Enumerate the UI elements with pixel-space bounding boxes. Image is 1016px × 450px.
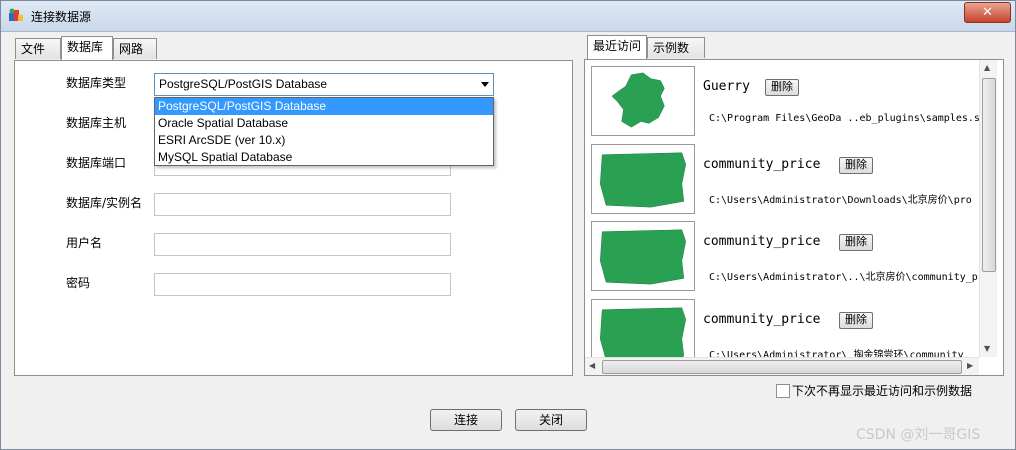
close-button[interactable]: 关闭 bbox=[515, 409, 587, 431]
geoda-app-icon bbox=[9, 8, 23, 21]
horizontal-scrollbar[interactable]: ◀ ▶ bbox=[585, 357, 979, 375]
db-type-label: 数据库类型 bbox=[66, 76, 127, 90]
list-item[interactable]: community_price 删除 C:\Users\Administrato… bbox=[591, 299, 991, 357]
delete-button[interactable]: 删除 bbox=[839, 234, 873, 251]
scroll-down-icon[interactable]: ▼ bbox=[984, 344, 990, 353]
watermark: CSDN @刘一哥GIS bbox=[856, 427, 981, 443]
delete-button[interactable]: 删除 bbox=[765, 79, 799, 96]
item-path: C:\Users\Administrator\..\北京房价\community… bbox=[709, 272, 978, 283]
scroll-up-icon[interactable]: ▲ bbox=[984, 63, 990, 72]
tab-recent[interactable]: 最近访问 bbox=[587, 35, 647, 59]
db-option-postgresql[interactable]: PostgreSQL/PostGIS Database bbox=[155, 98, 493, 115]
item-name: community_price bbox=[703, 312, 821, 327]
horizontal-scroll-thumb[interactable] bbox=[602, 360, 962, 374]
france-map-thumbnail bbox=[591, 66, 695, 136]
port-label: 数据库端口 bbox=[66, 156, 127, 170]
tab-network[interactable]: 网路 bbox=[113, 38, 157, 59]
scroll-right-icon[interactable]: ▶ bbox=[967, 361, 973, 370]
username-input[interactable] bbox=[154, 233, 451, 256]
item-name: community_price bbox=[703, 234, 821, 249]
connect-datasource-window: 连接数据源 ✕ 文件 数据库 网路 数据库类型 PostgreSQL/PostG… bbox=[0, 0, 1016, 450]
hide-recent-checkbox[interactable] bbox=[776, 384, 790, 398]
instance-label: 数据库/实例名 bbox=[66, 196, 143, 210]
polygon-map-thumbnail bbox=[591, 221, 695, 291]
host-label: 数据库主机 bbox=[66, 116, 127, 130]
password-label: 密码 bbox=[66, 276, 91, 290]
username-label: 用户名 bbox=[66, 236, 103, 250]
chevron-down-icon[interactable] bbox=[481, 82, 489, 87]
connect-button[interactable]: 连接 bbox=[430, 409, 502, 431]
tab-samples[interactable]: 示例数据 bbox=[647, 37, 705, 75]
db-option-arcsde[interactable]: ESRI ArcSDE (ver 10.x) bbox=[155, 132, 493, 149]
instance-input[interactable] bbox=[154, 193, 451, 216]
polygon-map-thumbnail bbox=[591, 144, 695, 214]
list-item[interactable]: Guerry 删除 C:\Program Files\GeoDa ..eb_pl… bbox=[591, 66, 991, 140]
password-input[interactable] bbox=[154, 273, 451, 296]
delete-button[interactable]: 删除 bbox=[839, 157, 873, 174]
db-type-select[interactable]: PostgreSQL/PostGIS Database bbox=[154, 73, 494, 96]
recent-list-panel: Guerry 删除 C:\Program Files\GeoDa ..eb_pl… bbox=[584, 59, 1004, 376]
tab-file[interactable]: 文件 bbox=[15, 38, 61, 59]
title-bar[interactable]: 连接数据源 ✕ bbox=[1, 1, 1015, 32]
item-name: Guerry bbox=[703, 79, 750, 94]
polygon-map-thumbnail bbox=[591, 299, 695, 357]
tab-database[interactable]: 数据库 bbox=[61, 36, 113, 60]
scroll-left-icon[interactable]: ◀ bbox=[589, 361, 595, 370]
item-path: C:\Program Files\GeoDa ..eb_plugins\samp… bbox=[709, 113, 980, 124]
item-name: community_price bbox=[703, 157, 821, 172]
item-path: C:\Users\Administrator\ 掏金锦尝环\community bbox=[709, 350, 964, 357]
hide-recent-label[interactable]: 下次不再显示最近访问和示例数据 bbox=[792, 382, 972, 399]
close-window-button[interactable]: ✕ bbox=[964, 2, 1011, 23]
delete-button[interactable]: 删除 bbox=[839, 312, 873, 329]
db-type-dropdown: PostgreSQL/PostGIS Database Oracle Spati… bbox=[154, 97, 494, 166]
vertical-scrollbar[interactable]: ▲ ▼ bbox=[979, 60, 997, 357]
vertical-scroll-thumb[interactable] bbox=[982, 78, 996, 272]
window-title: 连接数据源 bbox=[31, 10, 92, 24]
list-item[interactable]: community_price 删除 C:\Users\Administrato… bbox=[591, 144, 991, 218]
db-type-value: PostgreSQL/PostGIS Database bbox=[159, 77, 328, 91]
item-path: C:\Users\Administrator\Downloads\北京房价\pr… bbox=[709, 195, 972, 206]
list-item[interactable]: community_price 删除 C:\Users\Administrato… bbox=[591, 221, 991, 295]
db-option-mysql[interactable]: MySQL Spatial Database bbox=[155, 149, 493, 166]
db-option-oracle[interactable]: Oracle Spatial Database bbox=[155, 115, 493, 132]
